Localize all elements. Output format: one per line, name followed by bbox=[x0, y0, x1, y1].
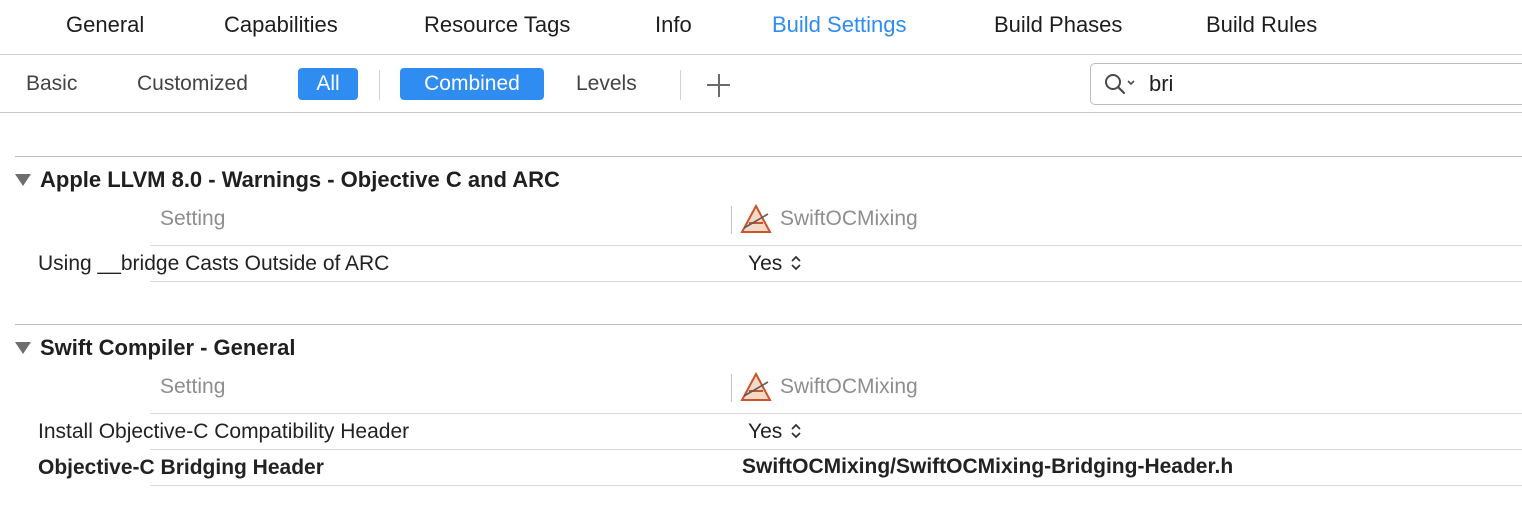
row-divider bbox=[150, 281, 1522, 282]
filter-divider bbox=[379, 70, 380, 100]
setting-value-compatibility-header[interactable]: Yes bbox=[748, 420, 802, 444]
search-field[interactable]: bri bbox=[1090, 63, 1522, 105]
setting-name-compatibility-header[interactable]: Install Objective-C Compatibility Header bbox=[38, 420, 409, 444]
filter-basic-button[interactable]: Basic bbox=[26, 68, 77, 100]
search-icon[interactable] bbox=[1103, 72, 1137, 96]
section-title-llvm-warnings[interactable]: Apple LLVM 8.0 - Warnings - Objective C … bbox=[40, 167, 560, 193]
search-input[interactable]: bri bbox=[1149, 71, 1173, 97]
column-header-setting: Setting bbox=[160, 375, 226, 398]
setting-value-text: Yes bbox=[748, 420, 783, 443]
tab-build-phases[interactable]: Build Phases bbox=[994, 12, 1122, 38]
tab-build-settings[interactable]: Build Settings bbox=[772, 12, 907, 38]
editor-tab-bar: General Capabilities Resource Tags Info … bbox=[0, 0, 1522, 55]
filter-divider bbox=[680, 70, 681, 100]
add-setting-plus-icon[interactable] bbox=[704, 70, 734, 100]
popup-stepper-icon bbox=[791, 423, 801, 439]
column-divider bbox=[731, 206, 732, 234]
view-combined-button[interactable]: Combined bbox=[400, 68, 544, 100]
tab-general[interactable]: General bbox=[66, 12, 144, 38]
filter-all-button[interactable]: All bbox=[298, 68, 358, 100]
row-divider bbox=[150, 485, 1522, 486]
column-header-setting: Setting bbox=[160, 207, 226, 230]
view-levels-button[interactable]: Levels bbox=[576, 68, 637, 100]
setting-name-bridging-header[interactable]: Objective-C Bridging Header bbox=[38, 456, 324, 480]
column-divider bbox=[731, 374, 732, 402]
tab-build-rules[interactable]: Build Rules bbox=[1206, 12, 1317, 38]
tab-info[interactable]: Info bbox=[655, 12, 692, 38]
app-target-icon bbox=[740, 204, 772, 233]
column-header-target: SwiftOCMixing bbox=[780, 375, 918, 398]
disclosure-triangle-icon[interactable] bbox=[15, 174, 31, 186]
disclosure-triangle-icon[interactable] bbox=[15, 342, 31, 354]
section-title-swift-compiler[interactable]: Swift Compiler - General bbox=[40, 335, 296, 361]
setting-name-bridge-casts[interactable]: Using __bridge Casts Outside of ARC bbox=[38, 252, 389, 276]
tab-capabilities[interactable]: Capabilities bbox=[224, 12, 338, 38]
column-header-target: SwiftOCMixing bbox=[780, 207, 918, 230]
row-divider bbox=[150, 413, 1522, 414]
setting-value-bridge-casts[interactable]: Yes bbox=[748, 252, 802, 276]
build-settings-filter-bar: Basic Customized All Combined Levels bri bbox=[0, 55, 1522, 113]
setting-value-bridging-header[interactable]: SwiftOCMixing/SwiftOCMixing-Bridging-Hea… bbox=[742, 455, 1233, 479]
section-divider bbox=[15, 156, 1522, 157]
popup-stepper-icon bbox=[791, 255, 801, 271]
filter-customized-button[interactable]: Customized bbox=[137, 68, 248, 100]
app-target-icon bbox=[740, 372, 772, 401]
setting-value-text: Yes bbox=[748, 252, 783, 275]
tab-resource-tags[interactable]: Resource Tags bbox=[424, 12, 570, 38]
row-divider bbox=[150, 245, 1522, 246]
row-divider bbox=[150, 449, 1522, 450]
section-divider bbox=[15, 324, 1522, 325]
